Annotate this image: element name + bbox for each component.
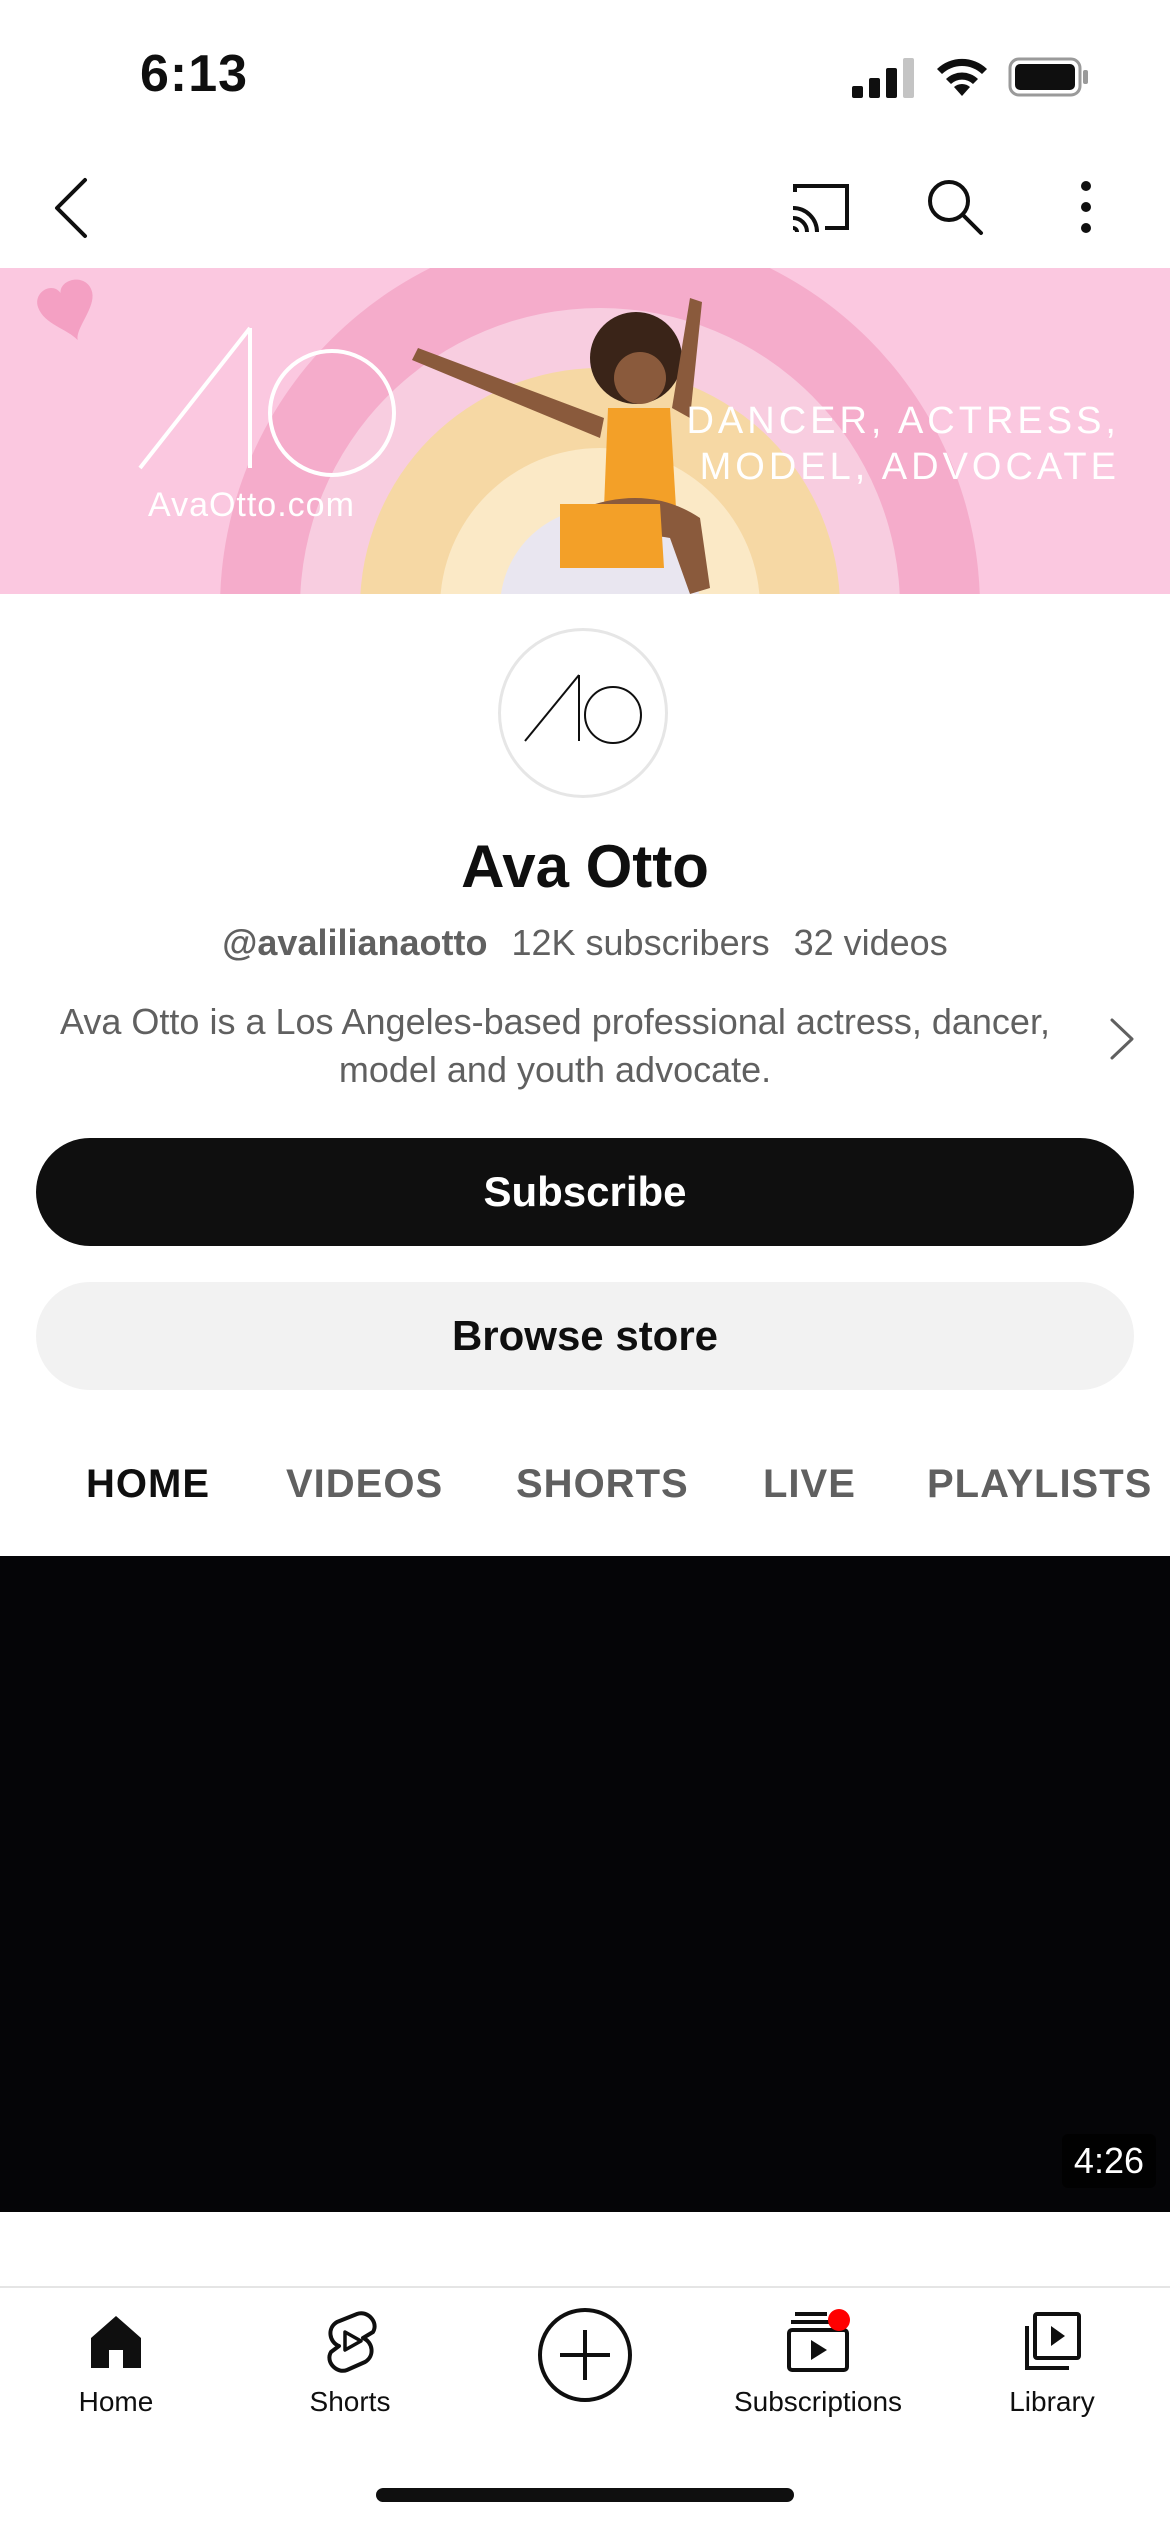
banner-tagline: DANCER, ACTRESS, MODEL, ADVOCATE — [680, 398, 1120, 490]
library-icon — [1025, 2312, 1081, 2370]
tab-playlists[interactable]: PLAYLISTS — [927, 1462, 1152, 1507]
tab-shorts[interactable]: SHORTS — [516, 1462, 689, 1507]
tab-home[interactable]: HOME — [86, 1462, 210, 1507]
subscribe-button[interactable]: Subscribe — [36, 1138, 1134, 1246]
status-bar: 6:13 — [0, 0, 1170, 150]
cellular-signal-icon — [852, 58, 914, 98]
more-vertical-icon — [1081, 181, 1091, 233]
channel-description[interactable]: Ava Otto is a Los Angeles-based professi… — [60, 998, 1050, 1094]
nav-home-label: Home — [78, 2386, 154, 2417]
back-button[interactable] — [36, 170, 106, 246]
channel-meta-row: @avalilianaotto 12K subscribers 32 videos — [0, 922, 1170, 964]
nav-library-label: Library — [1009, 2386, 1095, 2417]
home-indicator[interactable] — [376, 2488, 794, 2502]
cast-button[interactable] — [786, 172, 856, 242]
nav-shorts[interactable]: Shorts — [250, 2308, 450, 2418]
top-app-bar — [0, 150, 1170, 268]
more-options-button[interactable] — [1060, 170, 1112, 244]
video-count: 32 videos — [793, 922, 948, 963]
nav-subscriptions-label: Subscriptions — [733, 2386, 903, 2417]
create-button[interactable] — [536, 2306, 634, 2404]
channel-handle[interactable]: @avalilianaotto — [222, 922, 487, 963]
notification-dot — [828, 2309, 850, 2331]
wifi-icon — [937, 58, 987, 96]
video-duration: 4:26 — [1061, 2134, 1156, 2188]
channel-tabs: HOME VIDEOS SHORTS LIVE PLAYLISTS — [0, 1428, 1170, 1554]
cast-icon — [792, 184, 849, 233]
home-icon — [91, 2316, 141, 2368]
nav-library[interactable]: Library — [952, 2308, 1152, 2418]
youtube-channel-page: 6:13 AvaOtto.com DANCER, ACTRESS, MODEL,… — [0, 0, 1170, 2532]
featured-video-player[interactable]: 4:26 — [0, 1556, 1170, 2212]
browse-store-button[interactable]: Browse store — [36, 1282, 1134, 1390]
search-icon — [928, 180, 983, 235]
channel-banner: AvaOtto.com DANCER, ACTRESS, MODEL, ADVO… — [0, 268, 1170, 594]
channel-avatar[interactable] — [498, 628, 668, 798]
banner-tagline-line1: DANCER, ACTRESS, — [686, 400, 1120, 442]
subscriptions-icon — [787, 2309, 850, 2372]
chevron-left-icon — [55, 178, 87, 238]
banner-url-text: AvaOtto.com — [148, 486, 355, 524]
nav-subscriptions[interactable]: Subscriptions — [718, 2308, 918, 2418]
status-time: 6:13 — [140, 45, 249, 103]
shorts-icon — [327, 2311, 377, 2373]
nav-shorts-label: Shorts — [309, 2386, 391, 2417]
create-plus-icon — [538, 2308, 632, 2402]
subscriber-count: 12K subscribers — [511, 922, 770, 963]
tab-live[interactable]: LIVE — [763, 1462, 856, 1507]
battery-icon — [1008, 57, 1088, 97]
search-button[interactable] — [918, 170, 992, 244]
chevron-right-icon[interactable] — [1104, 1016, 1140, 1062]
channel-name: Ava Otto — [461, 833, 709, 900]
banner-tagline-line2: MODEL, ADVOCATE — [699, 446, 1120, 488]
tab-videos[interactable]: VIDEOS — [286, 1462, 443, 1507]
avatar-logo — [524, 674, 642, 744]
nav-home[interactable]: Home — [16, 2308, 216, 2418]
